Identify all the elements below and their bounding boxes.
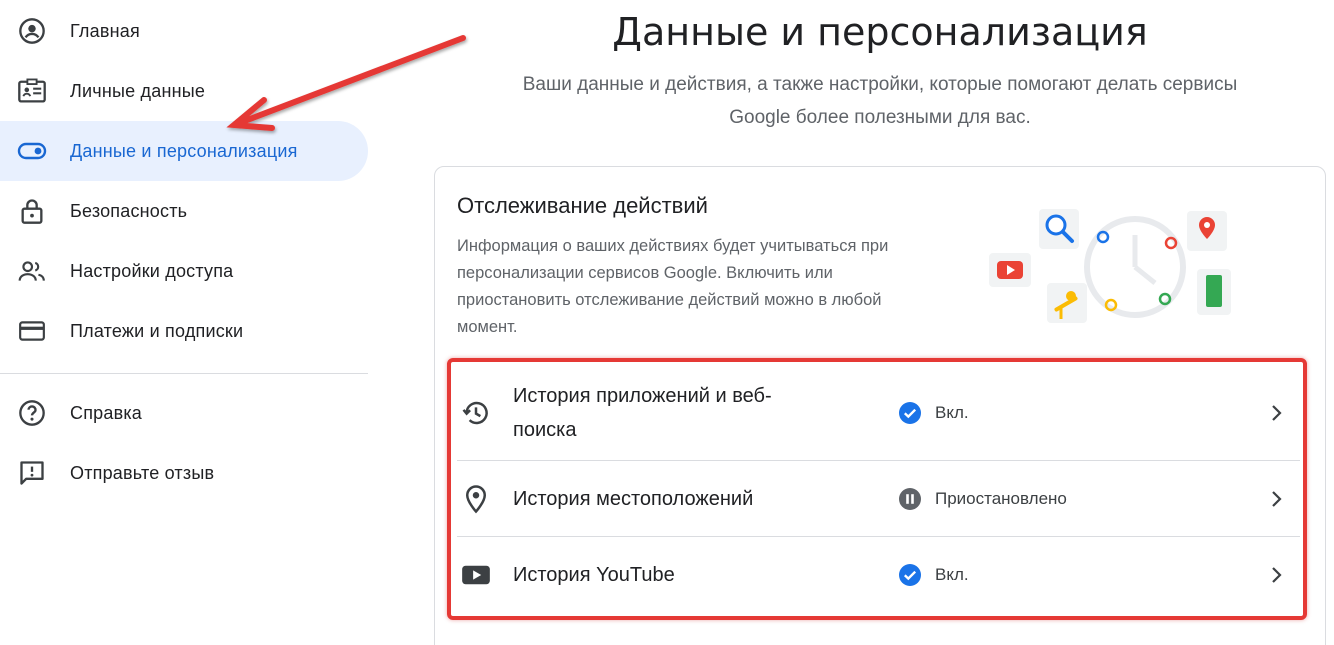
youtube-icon — [461, 560, 491, 590]
sidebar-item-label: Личные данные — [70, 80, 206, 101]
id-card-icon — [16, 75, 48, 107]
sidebar-item-label: Настройки доступа — [70, 260, 234, 281]
history-icon — [461, 398, 491, 428]
sidebar-nav: Главная Личные данные Данные и персонали… — [0, 0, 370, 645]
youtube-history-row[interactable]: История YouTube Вкл. — [457, 537, 1300, 613]
people-icon — [16, 255, 48, 287]
status-text: Вкл. — [935, 565, 969, 584]
help-icon — [16, 397, 48, 429]
web-app-activity-row[interactable]: История приложений и веб-поиска Вкл. — [457, 366, 1300, 460]
sidebar-item-label: Главная — [70, 20, 140, 41]
sidebar-item-sharing[interactable]: Настройки доступа — [0, 241, 368, 301]
location-pin-icon — [461, 484, 491, 514]
chevron-right-icon — [1272, 567, 1282, 583]
check-circle-icon — [899, 402, 921, 424]
check-circle-icon — [899, 564, 921, 586]
card-title: Отслеживание действий — [457, 193, 708, 218]
card-description: Информация о ваших действиях будет учиты… — [457, 237, 889, 336]
sidebar-item-label: Справка — [70, 402, 143, 423]
status-text: Вкл. — [935, 403, 969, 422]
sidebar-item-payments[interactable]: Платежи и подписки — [0, 301, 368, 361]
chevron-right-icon — [1272, 490, 1282, 507]
sidebar-item-label: Платежи и подписки — [70, 320, 244, 341]
sidebar-item-feedback[interactable]: Отправьте отзыв — [0, 443, 368, 503]
pause-circle-icon — [899, 487, 921, 510]
sidebar-item-home[interactable]: Главная — [0, 1, 368, 61]
credit-card-icon — [16, 315, 48, 347]
sidebar-item-label: Безопасность — [70, 200, 188, 221]
activity-illustration — [989, 209, 1231, 323]
sidebar-item-label: Отправьте отзыв — [70, 462, 215, 483]
row-label: История местоположений — [513, 487, 754, 510]
sidebar-divider — [0, 373, 368, 374]
location-history-row[interactable]: История местоположений Приостановлено — [457, 461, 1300, 536]
feedback-icon — [16, 457, 48, 489]
page-subtitle-line: Google более полезными для вас. — [729, 107, 1031, 128]
page-subtitle-line: Ваши данные и действия, а также настройк… — [522, 74, 1238, 95]
sidebar-item-label: Данные и персонализация — [70, 140, 298, 161]
page-title: Данные и персонализация — [612, 10, 1148, 54]
toggle-icon — [16, 135, 48, 167]
sidebar-item-help[interactable]: Справка — [0, 383, 368, 443]
page-subtitle: Ваши данные и действия, а также настройк… — [440, 68, 1320, 134]
status-text: Приостановлено — [935, 488, 1067, 508]
sidebar-item-personal-info[interactable]: Личные данные — [0, 61, 368, 121]
row-label: История YouTube — [513, 564, 675, 586]
chevron-right-icon — [1272, 405, 1282, 421]
row-label: История приложений и веб-поиска — [513, 385, 772, 441]
sidebar-item-security[interactable]: Безопасность — [0, 181, 368, 241]
sidebar-item-data-personalization[interactable]: Данные и персонализация — [0, 121, 368, 181]
lock-icon — [16, 195, 48, 227]
account-circle-icon — [16, 15, 48, 47]
